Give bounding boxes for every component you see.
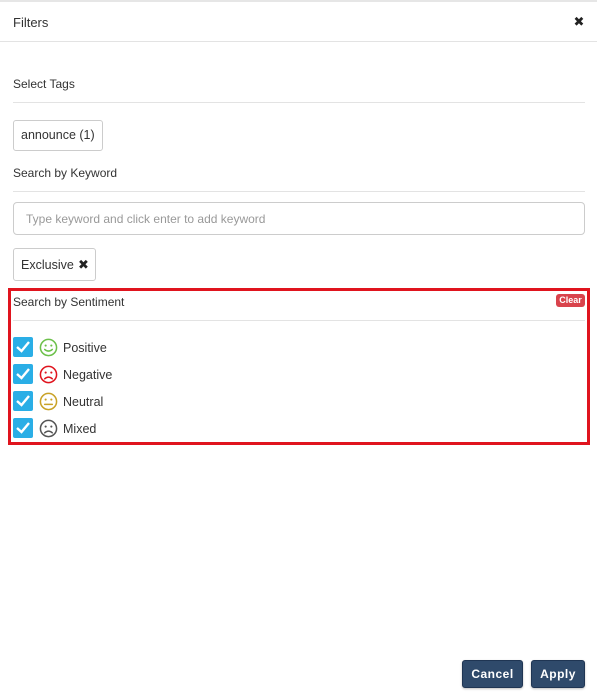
search-keyword-label: Search by Keyword: [13, 166, 118, 180]
sentiment-item-positive[interactable]: Positive: [13, 337, 213, 359]
divider: [13, 191, 585, 192]
modal-title: Filters: [13, 15, 49, 30]
smile-icon: [39, 338, 58, 357]
sentiment-item-neutral[interactable]: Neutral: [13, 391, 213, 413]
search-sentiment-label: Search by Sentiment: [13, 295, 125, 309]
frown-icon: [39, 365, 58, 384]
select-tags-label: Select Tags: [13, 77, 75, 91]
close-icon[interactable]: ✖: [571, 14, 587, 30]
cancel-button[interactable]: Cancel: [462, 660, 523, 688]
sentiment-item-label: Neutral: [63, 395, 104, 409]
apply-button[interactable]: Apply: [531, 660, 585, 688]
keyword-chip-exclusive: Exclusive ✖: [13, 248, 96, 281]
sentiment-item-negative[interactable]: Negative: [13, 364, 213, 386]
tag-chip-announce[interactable]: announce (1): [13, 120, 103, 151]
sentiment-item-label: Positive: [63, 341, 107, 355]
sentiment-item-label: Negative: [63, 368, 113, 382]
neutral-face-icon: [39, 392, 58, 411]
neutral-checkbox[interactable]: [13, 391, 33, 411]
sentiment-item-mixed[interactable]: Mixed: [13, 418, 213, 440]
keyword-input[interactable]: [13, 202, 585, 235]
remove-keyword-icon[interactable]: ✖: [78, 257, 89, 273]
divider: [13, 102, 585, 103]
keyword-chip-label: Exclusive: [21, 258, 74, 272]
mixed-face-icon: [39, 419, 58, 438]
divider: [13, 320, 585, 321]
positive-checkbox[interactable]: [13, 337, 33, 357]
clear-sentiment-button[interactable]: Clear: [556, 294, 585, 307]
modal-header: Filters ✖: [0, 2, 597, 42]
sentiment-item-label: Mixed: [63, 422, 97, 436]
negative-checkbox[interactable]: [13, 364, 33, 384]
mixed-checkbox[interactable]: [13, 418, 33, 438]
